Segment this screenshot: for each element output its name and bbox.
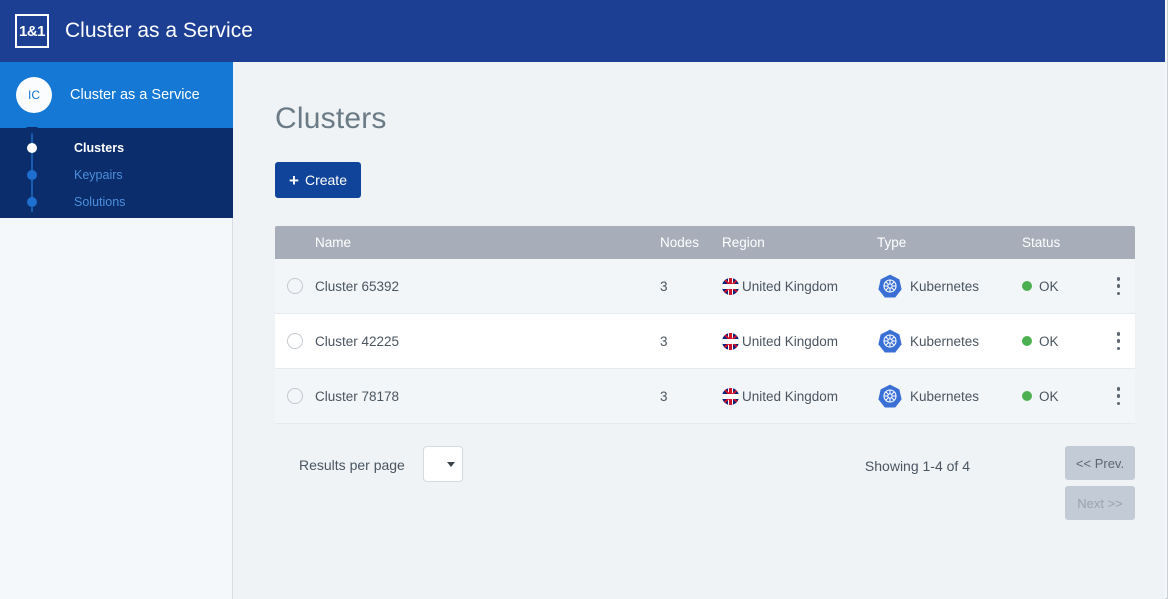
results-per-page-select[interactable] — [422, 446, 463, 482]
status-dot-icon — [1022, 281, 1032, 291]
cell-type: Kubernetes — [877, 328, 1022, 354]
row-select-cell — [275, 388, 315, 404]
region-label: United Kingdom — [742, 278, 839, 294]
row-actions-cell — [1102, 387, 1135, 405]
table-row[interactable]: Cluster 78178 3 United Kingdom Kubernete… — [275, 369, 1135, 424]
row-select-cell — [275, 278, 315, 294]
bullet-icon — [27, 196, 37, 207]
cell-status: OK — [1022, 389, 1102, 404]
header-status: Status — [1022, 235, 1061, 250]
status-badge: OK — [1039, 333, 1059, 349]
cell-nodes: 3 — [660, 333, 668, 349]
chevron-down-icon — [446, 462, 455, 467]
status-dot-icon — [1022, 391, 1032, 401]
cell-name: Cluster 42225 — [315, 333, 400, 349]
sidebar-nav: Clusters Keypairs Solutions — [0, 127, 233, 218]
type-label: Kubernetes — [910, 388, 980, 404]
top-header: 1&1 Cluster as a Service — [0, 0, 1165, 62]
cell-type: Kubernetes — [877, 273, 1022, 299]
pagination-buttons: << Prev. Next >> — [1065, 446, 1135, 520]
status-badge: OK — [1039, 388, 1059, 404]
create-button-label: Create — [304, 172, 347, 188]
plus-icon: + — [289, 170, 299, 190]
more-options-icon[interactable] — [1116, 277, 1121, 295]
showing-count: Showing 1-4 of 4 — [864, 458, 970, 474]
table-row[interactable]: Cluster 42225 3 United Kingdom Kubernete… — [275, 314, 1135, 369]
header-name: Name — [315, 235, 352, 250]
sidebar-item-keypairs[interactable]: Keypairs — [0, 161, 233, 188]
status-dot-icon — [1022, 336, 1032, 346]
sidebar-item-clusters[interactable]: Clusters — [0, 134, 233, 161]
status-badge: OK — [1039, 278, 1059, 294]
kubernetes-icon — [878, 274, 902, 298]
app-title: Cluster as a Service — [65, 19, 253, 42]
table-row[interactable]: Cluster 65392 3 United Kingdom Kubernete… — [275, 259, 1135, 314]
brand-logo: 1&1 — [15, 14, 49, 48]
cell-status: OK — [1022, 334, 1102, 349]
sidebar-item-solutions[interactable]: Solutions — [0, 188, 233, 215]
next-page-button: Next >> — [1065, 486, 1135, 520]
type-label: Kubernetes — [910, 278, 980, 294]
sidebar-item-label: Solutions — [74, 194, 126, 209]
header-region: Region — [722, 235, 765, 250]
more-options-icon[interactable] — [1116, 332, 1121, 350]
sidebar-item-label: Clusters — [74, 140, 125, 155]
cell-name: Cluster 65392 — [315, 278, 400, 294]
cell-region: United Kingdom — [722, 332, 877, 350]
cell-type: Kubernetes — [877, 383, 1022, 409]
cell-nodes: 3 — [660, 388, 668, 404]
sidebar-account-label: Cluster as a Service — [70, 87, 200, 103]
header-type: Type — [877, 235, 907, 250]
table-header-row: Name Nodes Region Type Status — [275, 226, 1135, 259]
region-label: United Kingdom — [742, 333, 839, 349]
row-radio-button[interactable] — [287, 278, 303, 294]
region-label: United Kingdom — [742, 388, 839, 404]
clusters-table: Name Nodes Region Type Status Cluster 65… — [275, 226, 1135, 424]
bullet-icon — [27, 142, 37, 153]
bullet-icon — [27, 169, 37, 180]
nav-caret-icon — [26, 127, 38, 134]
create-button[interactable]: + Create — [275, 162, 361, 198]
cell-nodes: 3 — [660, 278, 668, 294]
pagination: Results per page Showing 1-4 of 4 << Pre… — [275, 446, 1135, 536]
row-radio-button[interactable] — [287, 333, 303, 349]
sidebar-empty-area — [0, 218, 233, 599]
more-options-icon[interactable] — [1116, 387, 1121, 405]
results-per-page-label: Results per page — [299, 457, 405, 473]
avatar: IC — [16, 77, 52, 113]
sidebar: IC Cluster as a Service Clusters Keypair… — [0, 62, 233, 218]
cell-region: United Kingdom — [722, 277, 877, 295]
row-radio-button[interactable] — [287, 388, 303, 404]
app-window: 1&1 Cluster as a Service IC Cluster as a… — [0, 0, 1168, 599]
main-content: Clusters + Create Name Nodes Region Type… — [233, 62, 1165, 599]
sidebar-item-label: Keypairs — [74, 167, 123, 182]
row-actions-cell — [1102, 277, 1135, 295]
uk-flag-icon — [722, 387, 739, 405]
cell-status: OK — [1022, 279, 1102, 294]
kubernetes-icon — [878, 329, 902, 353]
row-select-cell — [275, 333, 315, 349]
uk-flag-icon — [722, 277, 739, 295]
cell-name: Cluster 78178 — [315, 388, 400, 404]
cell-region: United Kingdom — [722, 387, 877, 405]
type-label: Kubernetes — [910, 333, 980, 349]
sidebar-account[interactable]: IC Cluster as a Service — [0, 62, 233, 128]
prev-page-button[interactable]: << Prev. — [1065, 446, 1135, 480]
header-nodes: Nodes — [660, 235, 700, 250]
page-title: Clusters — [275, 102, 387, 135]
row-actions-cell — [1102, 332, 1135, 350]
uk-flag-icon — [722, 332, 739, 350]
kubernetes-icon — [878, 384, 902, 408]
